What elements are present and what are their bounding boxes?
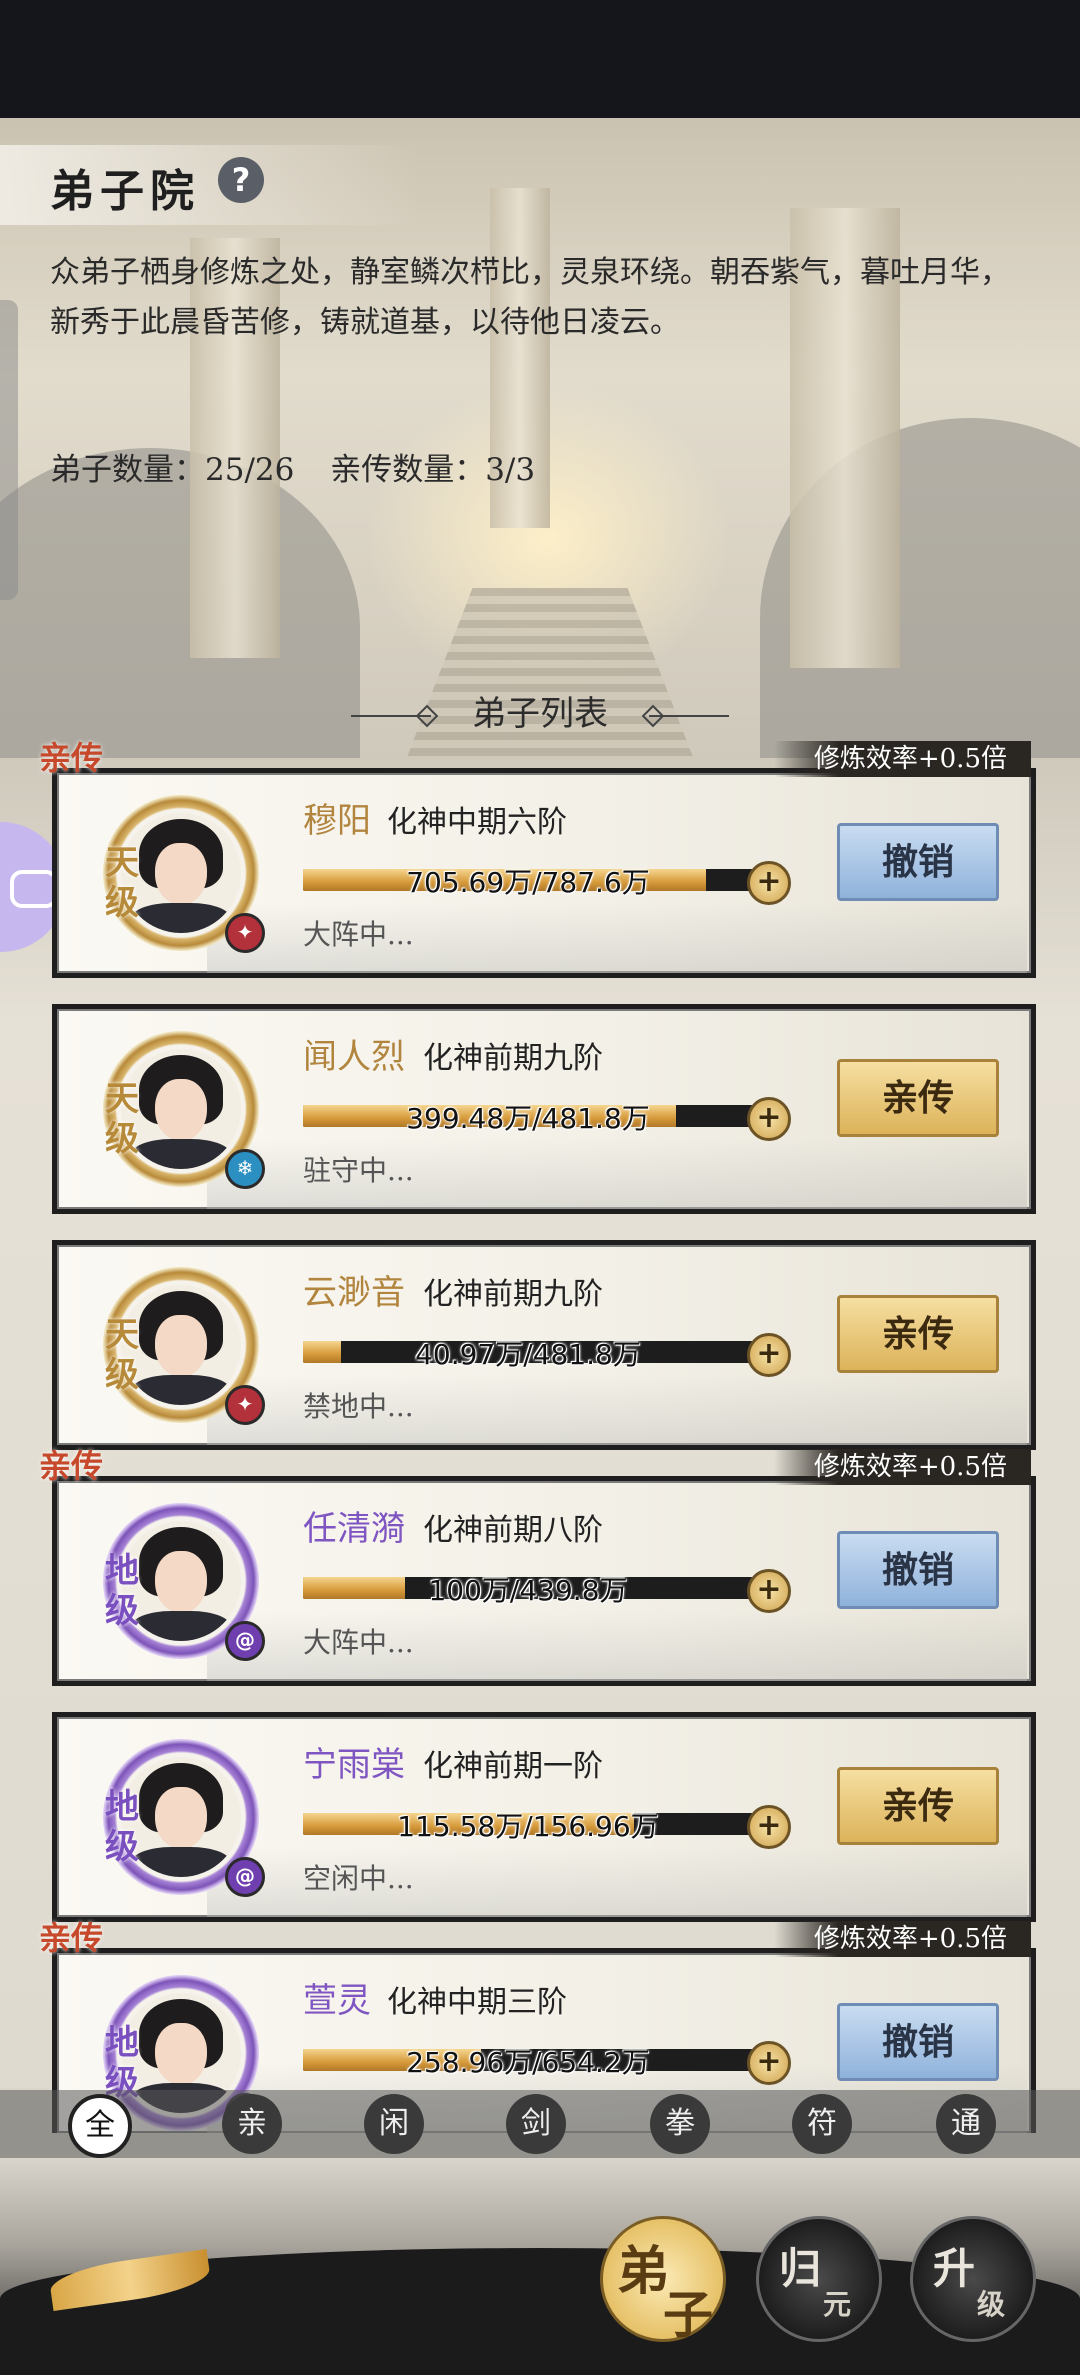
nav-return-char1: 归 — [779, 2244, 822, 2293]
cultivation-progress-text: 399.48万/481.8万 — [406, 1102, 650, 1135]
filter-chip[interactable]: 闲 — [364, 2094, 424, 2154]
disciple-realm: 化神中期三阶 — [387, 1985, 567, 2020]
stats-row: 弟子数量：25/26 亲传数量：3/3 — [50, 444, 561, 489]
nav-return-char2: 元 — [823, 2288, 852, 2321]
ornament-left-icon — [351, 715, 432, 717]
disciple-name: 萱灵 — [303, 1981, 371, 2021]
add-cultivation-plus-icon[interactable]: + — [747, 2041, 791, 2085]
disciple-status: 大阵中... — [303, 1626, 414, 1659]
nav-upgrade-char1: 升 — [933, 2244, 976, 2293]
direct-disciple-tag: 亲传 — [39, 739, 104, 777]
revoke-button[interactable]: 撤销 — [837, 1531, 999, 1609]
cultivation-progress-text: 100万/439.8万 — [428, 1574, 628, 1607]
nav-disciples-button[interactable]: 弟 子 — [600, 2216, 726, 2344]
add-cultivation-plus-icon[interactable]: + — [747, 1569, 791, 1613]
disciple-name: 闻人烈 — [303, 1037, 405, 1077]
disciple-status: 空闲中... — [303, 1862, 414, 1895]
make-direct-button[interactable]: 亲传 — [837, 1767, 999, 1845]
disciple-name: 任清漪 — [303, 1509, 405, 1549]
direct-disciple-tag: 亲传 — [39, 1919, 104, 1957]
gamepad-icon — [10, 870, 58, 908]
filter-chip[interactable]: 拳 — [650, 2094, 710, 2154]
wind-element-icon: @ — [225, 1857, 265, 1897]
revoke-button[interactable]: 撤销 — [837, 2003, 999, 2081]
filter-chip[interactable]: 通 — [936, 2094, 996, 2154]
disciple-realm: 化神前期八阶 — [423, 1513, 603, 1548]
hall-description: 众弟子栖身修炼之处，静室鳞次栉比，灵泉环绕。朝吞紫气，暮吐月华，新秀于此晨昏苦修… — [50, 255, 1010, 340]
fire-element-icon: ✦ — [225, 1385, 265, 1425]
direct-disciple-count: 亲传数量：3/3 — [330, 452, 536, 488]
disciple-card[interactable]: 天级 ❄ 闻人烈 化神前期九阶 399.48万/481.8万 + 驻守中... … — [52, 1004, 1036, 1214]
fire-element-icon: ✦ — [225, 913, 265, 953]
side-edge-handle[interactable] — [0, 300, 18, 600]
list-title: 弟子列表 — [472, 694, 608, 734]
cultivation-progress-text: 705.69万/787.6万 — [406, 866, 650, 899]
disciple-status: 禁地中... — [303, 1390, 414, 1423]
cultivation-bonus-badge: 修炼效率+0.5倍 — [773, 1449, 1031, 1485]
add-cultivation-plus-icon[interactable]: + — [747, 1097, 791, 1141]
disciple-card[interactable]: 天级 ✦ 云渺音 化神前期九阶 40.97万/481.8万 + 禁地中... 亲… — [52, 1240, 1036, 1450]
status-bar — [0, 0, 1080, 118]
disciple-name: 宁雨棠 — [303, 1745, 405, 1785]
list-header: 弟子列表 — [0, 686, 1080, 735]
add-cultivation-plus-icon[interactable]: + — [747, 861, 791, 905]
filter-chip[interactable]: 全 — [68, 2094, 132, 2158]
page-title: 弟子院 — [50, 166, 200, 217]
revoke-button[interactable]: 撤销 — [837, 823, 999, 901]
make-direct-button[interactable]: 亲传 — [837, 1295, 999, 1373]
cultivation-progress-text: 115.58万/156.96万 — [397, 1810, 659, 1843]
disciple-realm: 化神前期一阶 — [423, 1749, 603, 1784]
nav-return-button[interactable]: 归 元 — [756, 2216, 882, 2342]
disciple-realm: 化神前期九阶 — [423, 1277, 603, 1312]
disciple-name: 穆阳 — [303, 801, 371, 841]
disciple-name: 云渺音 — [303, 1273, 405, 1313]
disciple-card[interactable]: 亲传 修炼效率+0.5倍 地级 @ 任清漪 化神前期八阶 100万/439.8万… — [39, 1447, 1036, 1686]
add-cultivation-plus-icon[interactable]: + — [747, 1333, 791, 1377]
help-icon[interactable]: ? — [218, 157, 264, 203]
cultivation-bonus-badge: 修炼效率+0.5倍 — [773, 1921, 1031, 1957]
grade-label: 天级 — [105, 1079, 139, 1159]
disciple-realm: 化神前期九阶 — [423, 1041, 603, 1076]
cultivation-progress-text: 40.97万/481.8万 — [415, 1338, 641, 1371]
ornament-right-icon — [648, 715, 729, 717]
wind-element-icon: @ — [225, 1621, 265, 1661]
nav-upgrade-char2: 级 — [977, 2288, 1006, 2321]
grade-label: 天级 — [105, 843, 139, 923]
cultivation-progress-text: 258.96万/654.2万 — [406, 2046, 650, 2079]
filter-chip[interactable]: 剑 — [506, 2094, 566, 2154]
ice-element-icon: ❄ — [225, 1149, 265, 1189]
disciple-realm: 化神中期六阶 — [387, 805, 567, 840]
cultivation-bonus-badge: 修炼效率+0.5倍 — [773, 741, 1031, 777]
make-direct-button[interactable]: 亲传 — [837, 1059, 999, 1137]
disciple-card[interactable]: 地级 @ 宁雨棠 化神前期一阶 115.58万/156.96万 + 空闲中...… — [52, 1712, 1036, 1922]
direct-disciple-tag: 亲传 — [39, 1447, 104, 1485]
filter-bar: 全亲闲剑拳符通 — [0, 2090, 1080, 2158]
nav-disciples-char2: 子 — [663, 2285, 713, 2344]
disciple-status: 大阵中... — [303, 918, 414, 951]
nav-upgrade-button[interactable]: 升 级 — [910, 2216, 1036, 2342]
disciple-count: 弟子数量：25/26 — [50, 452, 295, 488]
grade-label: 地级 — [105, 1787, 139, 1867]
add-cultivation-plus-icon[interactable]: + — [747, 1805, 791, 1849]
nav-disciples-char1: 弟 — [617, 2241, 670, 2302]
grade-label: 地级 — [105, 1551, 139, 1631]
filter-chip[interactable]: 符 — [792, 2094, 852, 2154]
disciple-status: 驻守中... — [303, 1154, 414, 1187]
grade-label: 天级 — [105, 1315, 139, 1395]
filter-chip[interactable]: 亲 — [222, 2094, 282, 2154]
disciple-card[interactable]: 亲传 修炼效率+0.5倍 天级 ✦ 穆阳 化神中期六阶 705.69万/787.… — [39, 739, 1036, 978]
